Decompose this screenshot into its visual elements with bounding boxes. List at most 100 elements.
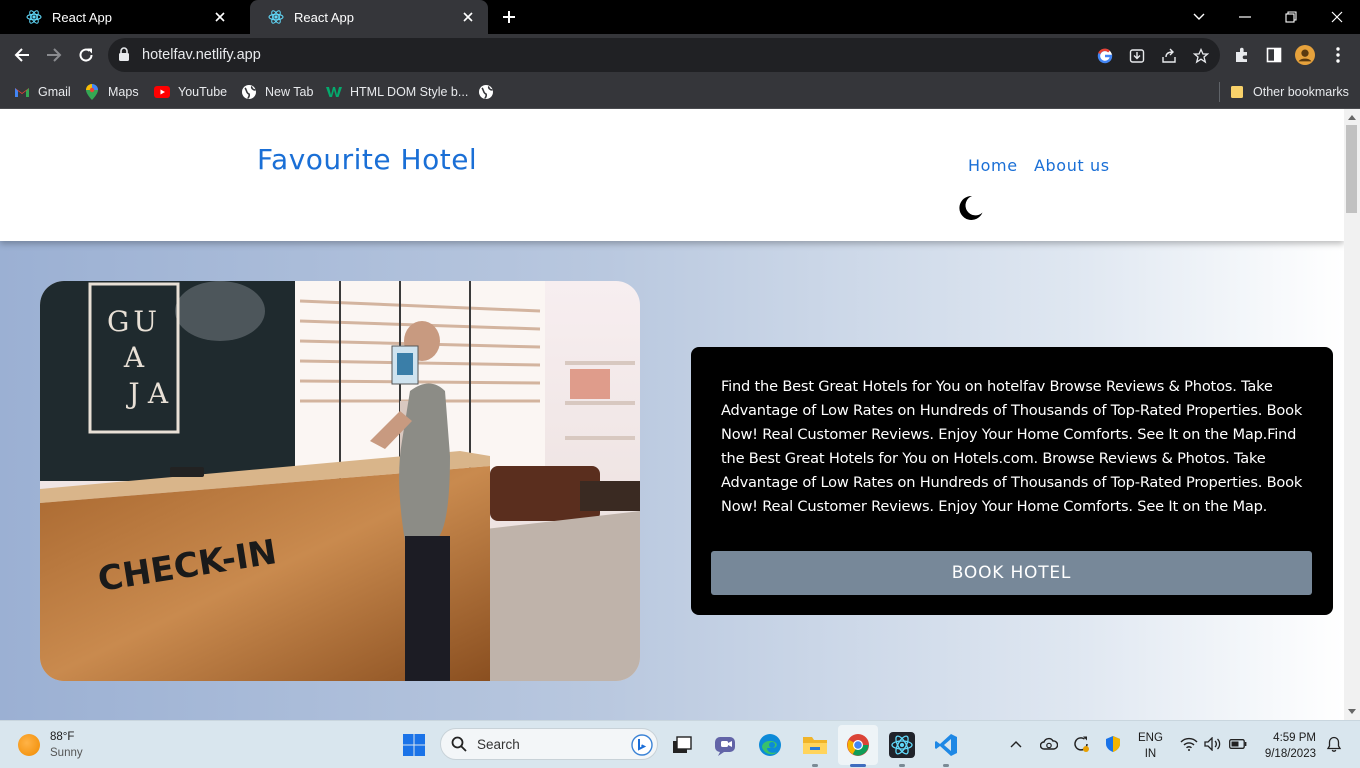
- start-button[interactable]: [400, 731, 428, 759]
- image-sign-line-2: A: [123, 341, 145, 374]
- update-sync-icon[interactable]: [1071, 734, 1091, 754]
- page-scrollbar[interactable]: [1344, 109, 1360, 720]
- youtube-icon: [154, 84, 170, 100]
- folder-icon: [1229, 84, 1245, 100]
- running-indicator: [943, 764, 949, 767]
- close-tab-icon[interactable]: [212, 9, 228, 25]
- task-view-icon[interactable]: [668, 731, 696, 759]
- bookmark-youtube[interactable]: YouTube: [154, 82, 227, 102]
- wifi-icon[interactable]: [1179, 734, 1199, 754]
- weather-condition: Sunny: [50, 747, 83, 759]
- show-hidden-icons-chevron-up-icon[interactable]: [1006, 734, 1026, 754]
- side-panel-icon[interactable]: [1264, 45, 1284, 65]
- minimize-button[interactable]: [1222, 0, 1268, 34]
- book-hotel-button[interactable]: BOOK HOTEL: [711, 551, 1312, 595]
- site-logo[interactable]: Favourite Hotel: [257, 143, 477, 176]
- bookmarks-separator: [1219, 82, 1220, 102]
- weather-temp: 88°F: [50, 731, 75, 743]
- react-favicon-icon: [268, 9, 284, 25]
- bookmark-label: YouTube: [178, 85, 228, 99]
- browser-tab-1[interactable]: React App: [8, 0, 240, 34]
- back-button[interactable]: [10, 43, 34, 67]
- sun-icon: [18, 734, 40, 756]
- react-devtools-icon[interactable]: [888, 731, 916, 759]
- file-explorer-icon[interactable]: [801, 731, 829, 759]
- bookmark-label: Maps: [108, 85, 139, 99]
- bookmark-gmail[interactable]: Gmail: [14, 82, 71, 102]
- close-window-button[interactable]: [1314, 0, 1360, 34]
- new-tab-button[interactable]: [498, 6, 520, 28]
- language-line-2: IN: [1144, 748, 1157, 760]
- bookmark-star-icon[interactable]: [1192, 47, 1210, 65]
- bookmarks-bar: Gmail Maps YouTube New Tab HTML DOM Styl…: [0, 76, 1360, 109]
- security-shield-icon[interactable]: [1103, 734, 1123, 754]
- language-line-1: ENG: [1138, 732, 1163, 744]
- browser-tab-2-active[interactable]: React App: [250, 0, 488, 34]
- bookmark-maps[interactable]: Maps: [84, 82, 139, 102]
- hotel-description: Find the Best Great Hotels for You on ho…: [721, 378, 1303, 515]
- arrow-left-icon: [14, 48, 29, 62]
- bookmark-new-tab[interactable]: New Tab: [241, 82, 313, 102]
- battery-icon[interactable]: [1228, 734, 1248, 754]
- reload-icon: [79, 48, 93, 62]
- windows-logo-icon: [403, 734, 425, 756]
- notifications-bell-icon[interactable]: [1324, 734, 1344, 754]
- hotel-checkin-image: GU A J A CHECK-IN: [40, 281, 640, 681]
- search-icon: [451, 736, 467, 757]
- bookmark-label: Other bookmarks: [1253, 85, 1349, 99]
- forward-button[interactable]: [42, 43, 66, 67]
- booking-card: Find the Best Great Hotels for You on ho…: [691, 347, 1333, 615]
- google-lens-icon[interactable]: [1096, 47, 1114, 65]
- edge-browser-icon[interactable]: [756, 731, 784, 759]
- windows-taskbar: 88°F Sunny Search ENG IN 4:59 PM 9/18/20…: [0, 720, 1360, 768]
- gmail-icon: [14, 84, 30, 100]
- onedrive-sync-icon[interactable]: [1039, 734, 1059, 754]
- language-indicator[interactable]: ENG IN: [1138, 730, 1163, 762]
- tab-search-button[interactable]: [1176, 0, 1222, 34]
- react-favicon-icon: [26, 9, 42, 25]
- image-sign-line-4: A: [147, 377, 169, 410]
- teams-chat-icon[interactable]: [712, 731, 740, 759]
- lock-icon[interactable]: [118, 47, 130, 67]
- nav-about-link[interactable]: About us: [1034, 156, 1110, 175]
- other-bookmarks[interactable]: Other bookmarks: [1229, 82, 1349, 102]
- install-app-icon[interactable]: [1128, 47, 1146, 65]
- taskbar-search[interactable]: Search: [440, 728, 658, 760]
- search-placeholder: Search: [477, 737, 520, 752]
- scroll-up-arrow-icon[interactable]: [1347, 112, 1357, 122]
- theme-toggle-moon-icon[interactable]: [955, 193, 985, 223]
- chrome-browser-icon[interactable]: [844, 731, 872, 759]
- close-tab-icon[interactable]: [460, 9, 476, 25]
- url-text[interactable]: hotelfav.netlify.app: [142, 47, 261, 63]
- restore-button[interactable]: [1268, 0, 1314, 34]
- running-indicator: [899, 764, 905, 767]
- bookmark-globe[interactable]: [478, 82, 502, 102]
- site-header: Favourite Hotel Home About us: [0, 109, 1344, 241]
- reload-button[interactable]: [74, 43, 98, 67]
- scrollbar-thumb[interactable]: [1346, 125, 1357, 213]
- address-bar[interactable]: hotelfav.netlify.app: [108, 38, 1220, 72]
- share-icon[interactable]: [1160, 47, 1178, 65]
- browser-tab-bar: React App React App: [0, 0, 1360, 34]
- bookmark-html-dom-style[interactable]: HTML DOM Style b...: [326, 82, 468, 102]
- browser-toolbar: hotelfav.netlify.app: [0, 34, 1360, 76]
- bookmark-label: New Tab: [265, 85, 314, 99]
- menu-kebab-icon[interactable]: [1328, 45, 1348, 65]
- running-indicator: [812, 764, 818, 767]
- weather-widget[interactable]: 88°F Sunny: [18, 729, 83, 761]
- bookmark-label: Gmail: [38, 85, 71, 99]
- tab-title: React App: [294, 9, 354, 25]
- system-clock[interactable]: 4:59 PM 9/18/2023: [1258, 730, 1316, 762]
- profile-avatar[interactable]: [1295, 45, 1315, 65]
- extensions-icon[interactable]: [1232, 45, 1252, 65]
- image-sign-line-3: J: [125, 377, 139, 410]
- bing-icon[interactable]: [631, 734, 653, 761]
- volume-icon[interactable]: [1203, 734, 1223, 754]
- minimize-icon: [1239, 16, 1251, 18]
- globe-icon: [478, 84, 494, 100]
- maps-pin-icon: [84, 84, 100, 100]
- scroll-down-arrow-icon[interactable]: [1347, 707, 1357, 717]
- vscode-icon[interactable]: [932, 731, 960, 759]
- nav-home-link[interactable]: Home: [968, 156, 1018, 175]
- arrow-right-icon: [47, 48, 62, 62]
